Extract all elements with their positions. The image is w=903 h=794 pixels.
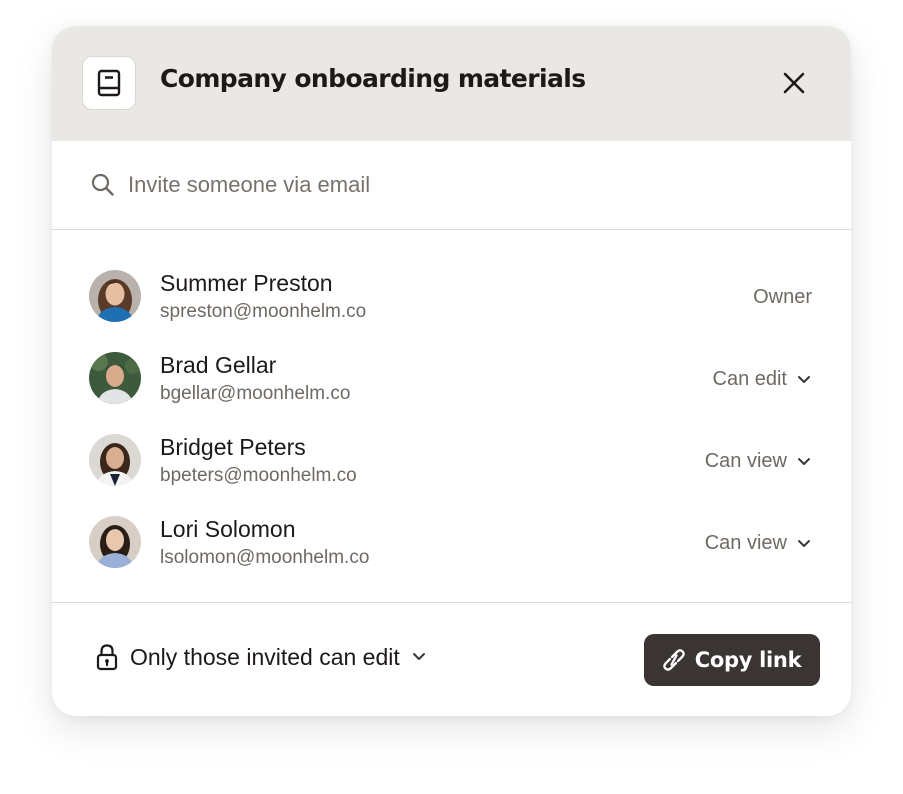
role-label: Can view [704,450,787,472]
access-label: Only those invited can edit [130,643,400,670]
search-icon [91,173,114,196]
copy-link-button[interactable]: Copy link [644,634,820,686]
avatar [89,516,141,568]
access-dropdown[interactable]: Only those invited can edit [96,643,426,671]
role-dropdown[interactable]: Can view [705,532,811,555]
person-name: Summer Preston [160,270,333,296]
list-item: Brad Gellar bgellar@moonhelm.co Can edit [52,350,851,428]
chevron-down-icon [798,539,810,547]
lock-icon [96,644,118,671]
person-email: bgellar@moonhelm.co [160,383,351,404]
chevron-down-icon [412,653,425,660]
list-item: Bridget Peters bpeters@moonhelm.co Can v… [52,432,851,510]
avatar [89,352,141,404]
link-icon [662,649,685,671]
list-item: Summer Preston spreston@moonhelm.co Owne… [52,268,851,346]
close-icon [783,72,805,94]
copy-link-label: Copy link [694,648,802,672]
dialog-title: Company onboarding materials [160,64,586,93]
person-name: Bridget Peters [160,434,306,460]
role-dropdown[interactable]: Can view [705,450,811,473]
invite-email-input[interactable] [128,165,728,205]
person-email: spreston@moonhelm.co [160,301,367,322]
dialog-footer: Only those invited can edit Copy link [52,602,851,716]
list-item: Lori Solomon lsolomon@moonhelm.co Can vi… [52,514,851,592]
document-icon [82,56,136,110]
close-button[interactable] [774,63,814,103]
role-label: Can view [704,532,787,554]
person-name: Lori Solomon [160,516,296,542]
share-dialog: Company onboarding materials Invite some… [52,26,851,716]
person-name: Brad Gellar [160,352,277,378]
chevron-down-icon [798,457,810,465]
role-label: Can edit [712,368,788,390]
person-email: lsolomon@moonhelm.co [160,547,370,568]
chevron-down-icon [798,375,810,383]
avatar [89,434,141,486]
dialog-header: Company onboarding materials [52,26,851,141]
person-email: bpeters@moonhelm.co [160,465,357,486]
avatar [89,270,141,322]
role-label: Owner [753,286,812,308]
role-dropdown[interactable]: Can edit [713,368,812,391]
invite-row [52,141,851,230]
